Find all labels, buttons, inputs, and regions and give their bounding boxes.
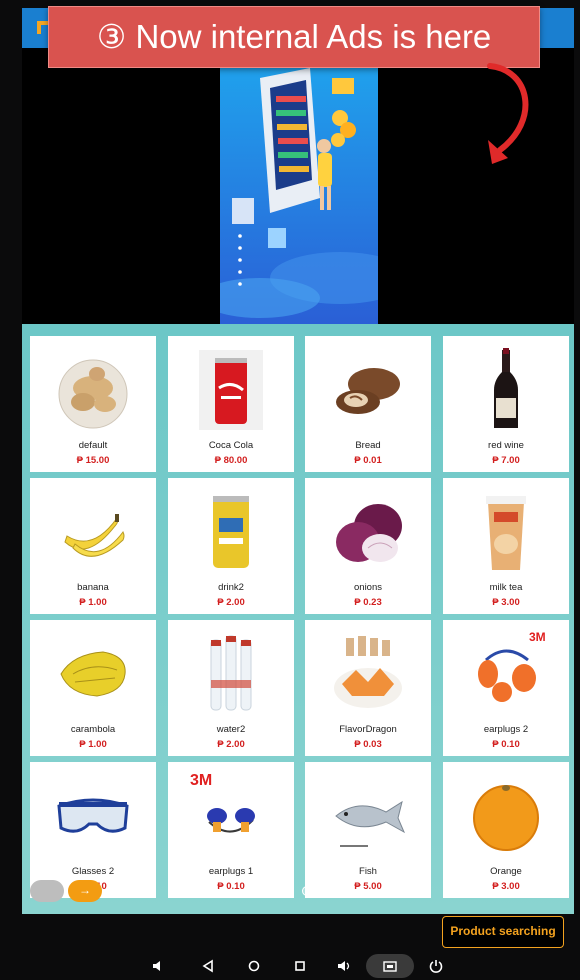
- wine-bottle-icon: [494, 348, 518, 428]
- product-card-milk-tea[interactable]: milk tea ₱ 3.00: [443, 478, 569, 614]
- ad-callout-banner: ③ Now internal Ads is here: [48, 6, 540, 68]
- vending-machine-ad-image: [220, 48, 378, 324]
- page-dot-2[interactable]: [302, 886, 312, 896]
- next-arrow-label: →: [79, 883, 91, 897]
- screenshot-icon: [383, 961, 397, 972]
- onion-icon: [336, 504, 402, 562]
- product-card-flavordragon[interactable]: FlavorDragon ₱ 0.03: [305, 620, 431, 756]
- device-frame: Me: [0, 0, 580, 980]
- product-name: drink2: [218, 582, 244, 593]
- product-card-carambola[interactable]: carambola ₱ 1.00: [30, 620, 156, 756]
- bread-icon: [336, 368, 400, 414]
- product-card-red-wine[interactable]: red wine ₱ 7.00: [443, 336, 569, 472]
- safety-glasses-icon: [57, 798, 129, 833]
- product-name: milk tea: [489, 582, 523, 593]
- water-bottles-icon: [210, 635, 252, 711]
- recent-apps-icon[interactable]: [292, 958, 308, 974]
- product-price: ₱ 80.00: [214, 455, 248, 466]
- product-price: ₱ 2.00: [217, 739, 245, 750]
- product-name: water2: [216, 724, 246, 735]
- power-icon[interactable]: [428, 958, 444, 974]
- product-search-button[interactable]: Product searching: [442, 916, 564, 948]
- volume-down-icon[interactable]: [150, 958, 166, 974]
- back-icon[interactable]: [200, 958, 216, 974]
- product-grid: default ₱ 15.00 Coca Cola ₱ 80.00 Bread ₱ 0.0…: [22, 324, 574, 914]
- star-fruit-icon: [60, 651, 126, 697]
- product-name: FlavorDragon: [339, 724, 397, 735]
- product-card-default[interactable]: default ₱ 15.00: [30, 336, 156, 472]
- product-card-water2[interactable]: water2 ₱ 2.00: [168, 620, 294, 756]
- product-name: red wine: [488, 440, 524, 451]
- milk-tea-cup-icon: [486, 496, 526, 570]
- snack-plate-icon: [334, 636, 402, 708]
- pager: →: [22, 874, 574, 914]
- product-price: ₱ 7.00: [492, 455, 520, 466]
- product-price: ₱ 1.00: [79, 597, 107, 608]
- next-page-button[interactable]: →: [68, 880, 102, 902]
- product-name: banana: [77, 582, 109, 593]
- product-card-bread[interactable]: Bread ₱ 0.01: [305, 336, 431, 472]
- product-card-earplugs-2[interactable]: 3M earplugs 2 ₱ 0.10: [443, 620, 569, 756]
- prev-page-button[interactable]: [30, 880, 64, 902]
- product-name: Bread: [355, 440, 381, 451]
- page-dot-1[interactable]: [284, 886, 294, 896]
- volume-up-icon[interactable]: [336, 958, 352, 974]
- system-nav-bar: [0, 950, 580, 980]
- orange-icon: [473, 785, 539, 851]
- product-name: carambola: [70, 724, 116, 735]
- product-card-banana[interactable]: banana ₱ 1.00: [30, 478, 156, 614]
- brand-label: 3M: [190, 772, 213, 789]
- curved-arrow-icon: [487, 63, 529, 164]
- product-price: ₱ 0.10: [492, 739, 520, 750]
- home-icon[interactable]: [246, 958, 262, 974]
- product-card-coca-cola[interactable]: Coca Cola ₱ 80.00: [168, 336, 294, 472]
- banana-icon: [64, 514, 125, 557]
- screenshot-button[interactable]: [366, 954, 414, 978]
- brand-label: 3M: [529, 630, 546, 644]
- product-price: ₱ 0.03: [354, 739, 382, 750]
- product-price: ₱ 3.00: [492, 597, 520, 608]
- product-name: Coca Cola: [208, 440, 254, 451]
- product-name: onions: [354, 582, 382, 593]
- ginger-icon: [58, 359, 128, 429]
- product-name: default: [78, 440, 108, 451]
- product-card-onions[interactable]: onions ₱ 0.23: [305, 478, 431, 614]
- product-price: ₱ 15.00: [76, 455, 110, 466]
- product-price: ₱ 2.00: [217, 597, 245, 608]
- product-price: ₱ 1.00: [79, 739, 107, 750]
- coca-cola-can-icon: [199, 350, 263, 430]
- product-name: earplugs 2: [483, 724, 529, 735]
- product-card-drink2[interactable]: drink2 ₱ 2.00: [168, 478, 294, 614]
- product-price: ₱ 0.23: [354, 597, 382, 608]
- fish-icon: [335, 800, 406, 847]
- product-price: ₱ 0.01: [354, 455, 382, 466]
- drink-can-icon: [213, 496, 249, 568]
